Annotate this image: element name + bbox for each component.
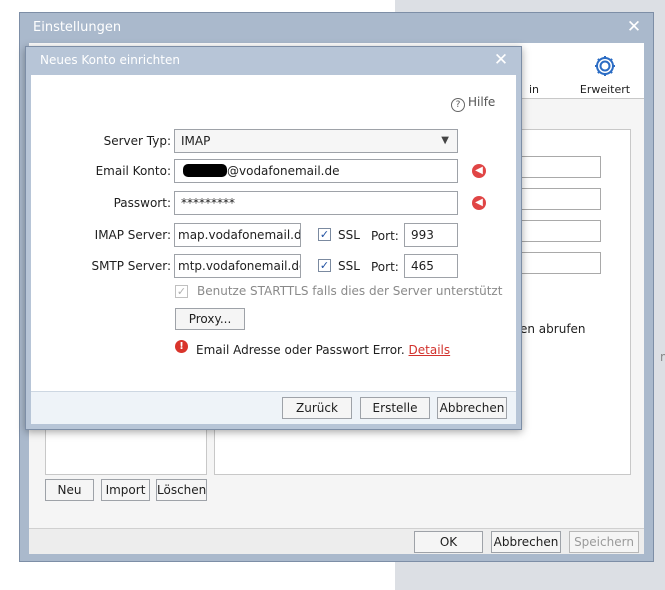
gear-icon [595, 56, 615, 76]
server-type-value: IMAP [181, 134, 211, 148]
save-button[interactable]: Speichern [569, 531, 639, 553]
imap-server-label: IMAP Server: [94, 228, 171, 242]
error-icon: ◀ [472, 196, 486, 210]
background-text-stub: m [660, 350, 665, 364]
create-button[interactable]: Erstelle [360, 397, 430, 419]
dialog-cancel-button[interactable]: Abbrechen [437, 397, 507, 419]
checkmark-icon: ✓ [319, 228, 330, 241]
smtp-port-label: Port: [371, 260, 399, 274]
imap-ssl-label: SSL [338, 228, 360, 242]
details-input-4[interactable] [521, 252, 601, 274]
settings-title: Einstellungen [33, 20, 122, 35]
dialog-footer: Zurück Erstelle Abbrechen [31, 391, 516, 424]
starttls-checkbox[interactable]: ✓ [175, 285, 188, 298]
dialog-titlebar[interactable]: Neues Konto einrichten ✕ [26, 47, 521, 77]
delete-account-button[interactable]: Löschen [156, 479, 207, 501]
smtp-ssl-checkbox[interactable]: ✓ [318, 259, 331, 272]
help-icon: ? [451, 98, 465, 112]
details-option-text: en abrufen [520, 322, 586, 336]
server-type-select[interactable]: IMAP ▼ [174, 129, 458, 153]
server-type-label: Server Typ: [103, 134, 171, 148]
error-message: Email Adresse oder Passwort Error. Detai… [196, 343, 450, 357]
close-icon[interactable]: ✕ [492, 51, 510, 69]
email-domain: @vodafonemail.de [227, 164, 340, 178]
settings-cancel-button[interactable]: Abbrechen [491, 531, 561, 553]
checkmark-icon: ✓ [176, 285, 187, 298]
help-label: Hilfe [468, 95, 496, 109]
smtp-port-field[interactable]: 465 [404, 254, 458, 278]
password-label: Passwort: [113, 196, 171, 210]
smtp-server-field[interactable]: mtp.vodafonemail.de [174, 254, 301, 278]
smtp-ssl-label: SSL [338, 259, 360, 273]
ok-button[interactable]: OK [414, 531, 483, 553]
dialog-title: Neues Konto einrichten [40, 53, 180, 67]
smtp-server-value: mtp.vodafonemail.de [178, 259, 301, 273]
toolbar-item-partial-label[interactable]: in [529, 83, 539, 96]
imap-port-label: Port: [371, 229, 399, 243]
proxy-button[interactable]: Proxy... [175, 308, 245, 330]
close-icon[interactable]: ✕ [625, 18, 643, 36]
error-details-link[interactable]: Details [409, 343, 451, 357]
error-text: Email Adresse oder Passwort Error. [196, 343, 405, 357]
smtp-server-label: SMTP Server: [91, 259, 171, 273]
checkmark-icon: ✓ [319, 259, 330, 272]
redacted-email-user [183, 164, 227, 177]
import-account-button[interactable]: Import [101, 479, 150, 501]
toolbar-item-erweitert[interactable]: Erweitert [575, 47, 635, 97]
details-input-2[interactable] [521, 188, 601, 210]
imap-port-value: 993 [411, 228, 434, 242]
back-button[interactable]: Zurück [282, 397, 352, 419]
smtp-port-value: 465 [411, 259, 434, 273]
password-field[interactable]: ********* [174, 191, 458, 215]
imap-server-field[interactable]: map.vodafonemail.de [174, 223, 301, 247]
imap-ssl-checkbox[interactable]: ✓ [318, 228, 331, 241]
error-icon: ◀ [472, 164, 486, 178]
details-input-1[interactable] [521, 156, 601, 178]
imap-port-field[interactable]: 993 [404, 223, 458, 247]
chevron-down-icon: ▼ [441, 135, 449, 146]
new-account-dialog: Neues Konto einrichten ✕ ? Hilfe Server T… [25, 46, 522, 430]
toolbar-item-erweitert-label: Erweitert [579, 83, 631, 96]
new-account-button[interactable]: Neu [45, 479, 94, 501]
starttls-label: Benutze STARTTLS falls dies der Server u… [197, 284, 503, 298]
email-field[interactable]: @vodafonemail.de [174, 159, 458, 183]
warning-icon: ! [175, 340, 188, 353]
password-value: ********* [181, 196, 235, 210]
details-input-3[interactable] [521, 220, 601, 242]
imap-server-value: map.vodafonemail.de [178, 228, 301, 242]
email-label: Email Konto: [95, 164, 171, 178]
help-link[interactable]: ? Hilfe [451, 95, 495, 112]
settings-titlebar[interactable]: Einstellungen ✕ [20, 13, 653, 43]
dialog-body: ? Hilfe Server Typ: IMAP ▼ Email Konto: @… [31, 75, 516, 424]
